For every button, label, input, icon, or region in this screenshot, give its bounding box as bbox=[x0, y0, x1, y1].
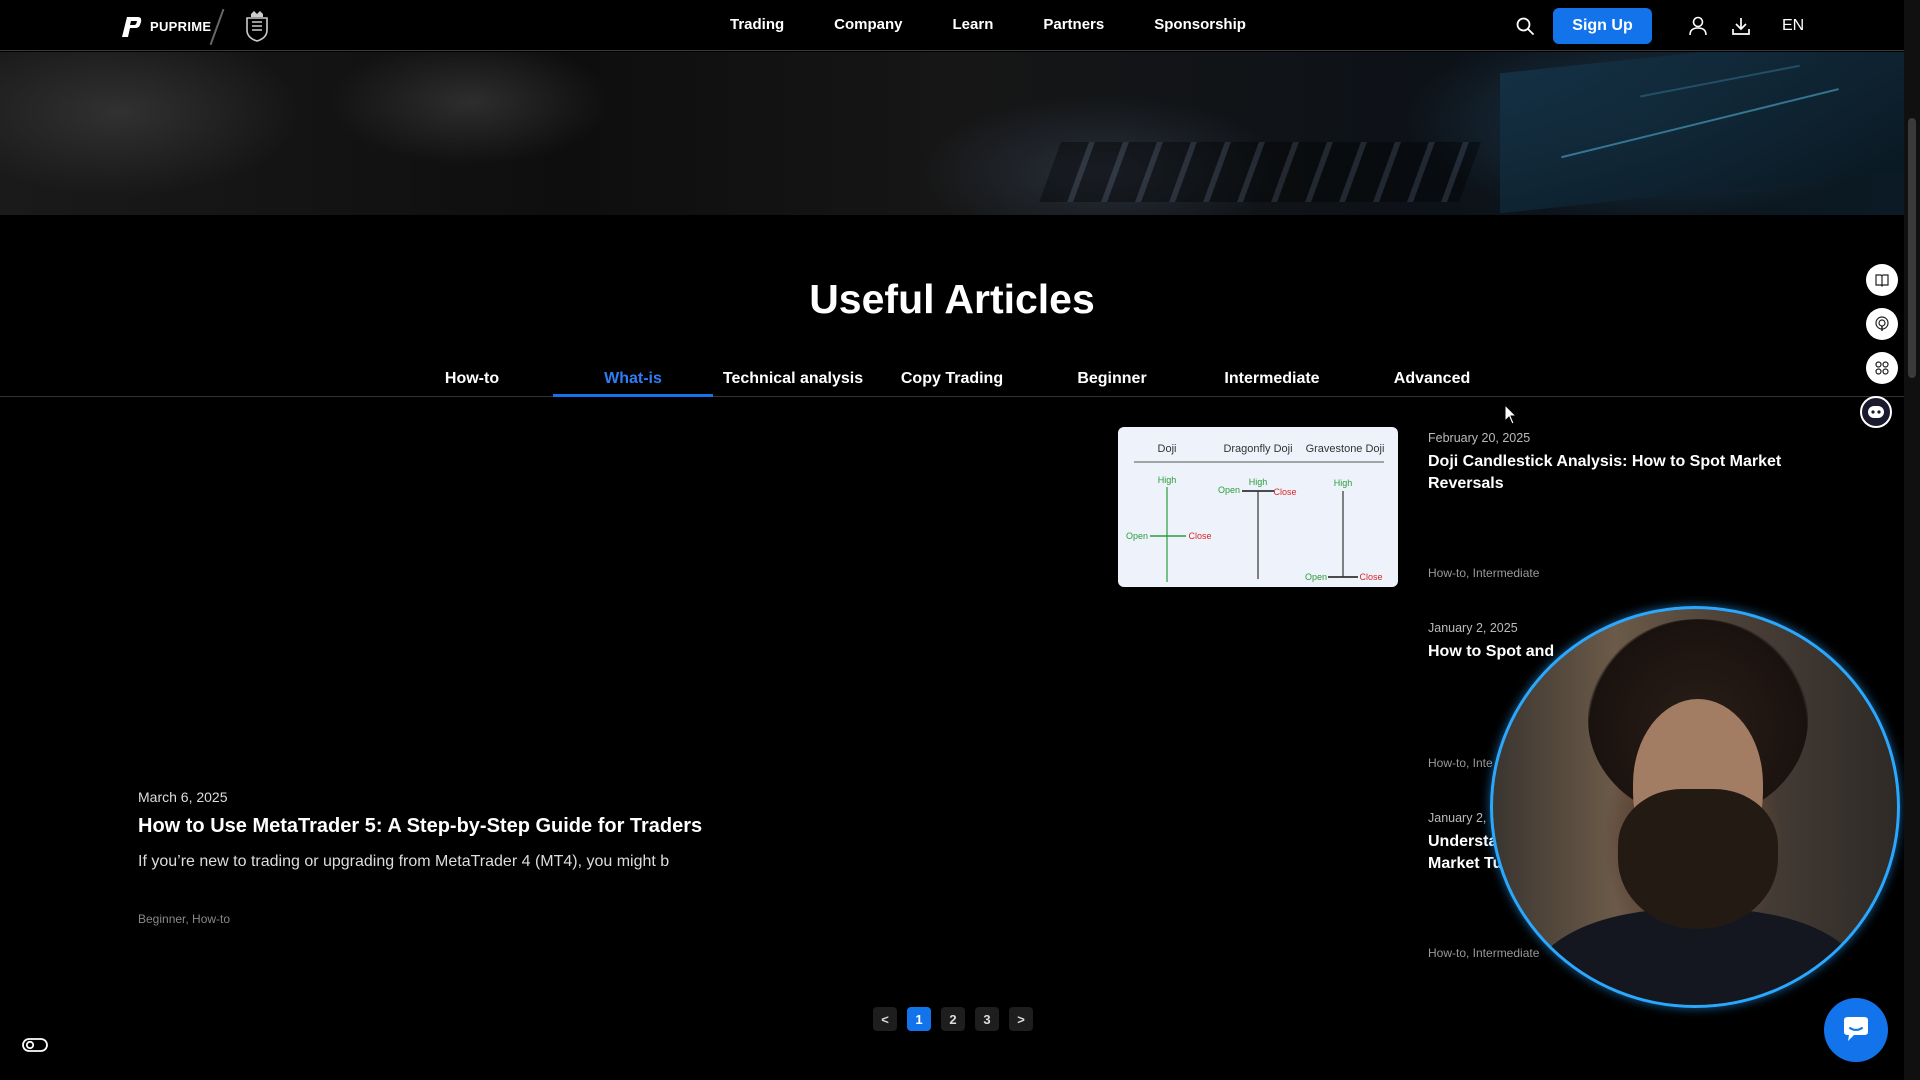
nav-partners[interactable]: Partners bbox=[1043, 16, 1104, 33]
sign-up-button[interactable]: Sign Up bbox=[1553, 8, 1652, 44]
chat-bubble-icon bbox=[1844, 1017, 1868, 1041]
featured-article-tags[interactable]: Beginner, How-to bbox=[138, 912, 230, 926]
live-chat-button[interactable] bbox=[1824, 998, 1888, 1062]
article-category-tabs: How-to What-is Technical analysis Copy T… bbox=[0, 360, 1904, 397]
user-icon[interactable] bbox=[1687, 15, 1709, 37]
pagination: < 1 2 3 > bbox=[873, 1007, 1033, 1031]
nav-sponsorship[interactable]: Sponsorship bbox=[1154, 16, 1246, 33]
doji-label: Doji bbox=[1158, 443, 1177, 455]
article-card-doji[interactable]: February 20, 2025 Doji Candlestick Analy… bbox=[1428, 431, 1808, 495]
pagination-prev-button[interactable]: < bbox=[873, 1007, 897, 1031]
article-tags[interactable]: How-to, Inte bbox=[1428, 756, 1493, 770]
logo-divider bbox=[209, 8, 225, 46]
pagination-page-3[interactable]: 3 bbox=[975, 1007, 999, 1031]
tab-intermediate[interactable]: Intermediate bbox=[1192, 370, 1352, 388]
gravestone-doji-label: Gravestone Doji bbox=[1306, 443, 1385, 455]
nav-trading[interactable]: Trading bbox=[730, 16, 784, 33]
side-podcast-button[interactable] bbox=[1866, 308, 1898, 340]
doji-open-label: Open bbox=[1126, 531, 1148, 541]
side-assistant-button[interactable] bbox=[1860, 396, 1892, 428]
article-tags[interactable]: How-to, Intermediate bbox=[1428, 566, 1539, 580]
tab-technical-analysis[interactable]: Technical analysis bbox=[713, 370, 873, 388]
page-scrollbar[interactable] bbox=[1904, 0, 1920, 1080]
tab-how-to[interactable]: How-to bbox=[392, 370, 552, 388]
article-date: February 20, 2025 bbox=[1428, 431, 1531, 445]
brand-name: PUPRIME bbox=[150, 18, 212, 34]
accessibility-toggle-icon[interactable] bbox=[22, 1036, 48, 1054]
featured-article-excerpt: If you’re new to trading or upgrading fr… bbox=[138, 853, 670, 870]
tab-copy-trading[interactable]: Copy Trading bbox=[872, 370, 1032, 388]
hero-banner-image bbox=[0, 52, 1904, 215]
top-navbar: PUPRIME Trading Company Learn Partners S… bbox=[0, 0, 1904, 51]
doji-candlestick-illustration: Doji Dragonfly Doji Gravestone Doji High… bbox=[1126, 443, 1385, 582]
podcast-icon bbox=[1875, 316, 1889, 331]
dragonfly-close-label: Close bbox=[1273, 487, 1296, 497]
download-icon[interactable] bbox=[1730, 15, 1752, 37]
section-title: Useful Articles bbox=[809, 276, 1095, 322]
doji-article-thumbnail[interactable]: Doji Dragonfly Doji Gravestone Doji High… bbox=[1118, 427, 1398, 587]
gravestone-open-label: Open bbox=[1305, 572, 1327, 582]
brand-logo[interactable]: PUPRIME bbox=[118, 13, 211, 39]
featured-article-date: March 6, 2025 bbox=[138, 789, 228, 805]
dragonfly-doji-label: Dragonfly Doji bbox=[1223, 443, 1292, 455]
nav-learn[interactable]: Learn bbox=[953, 16, 994, 33]
featured-article-title[interactable]: How to Use MetaTrader 5: A Step-by-Step … bbox=[138, 815, 702, 838]
webcam-overlay bbox=[1490, 606, 1900, 1008]
search-icon[interactable] bbox=[1515, 16, 1535, 36]
active-tab-indicator bbox=[553, 394, 713, 397]
nav-company[interactable]: Company bbox=[834, 16, 902, 33]
hero-laptop-screen bbox=[1500, 52, 1904, 214]
tab-what-is[interactable]: What-is bbox=[553, 370, 713, 388]
language-selector[interactable]: EN bbox=[1782, 17, 1804, 35]
bot-face-icon bbox=[1868, 406, 1884, 418]
gravestone-high-label: High bbox=[1334, 478, 1353, 488]
side-apps-button[interactable] bbox=[1866, 352, 1898, 384]
pagination-page-1[interactable]: 1 bbox=[907, 1007, 931, 1031]
main-nav: Trading Company Learn Partners Sponsorsh… bbox=[730, 16, 1246, 33]
pagination-page-2[interactable]: 2 bbox=[941, 1007, 965, 1031]
afa-crest-icon[interactable] bbox=[244, 10, 270, 42]
scrollbar-thumb[interactable] bbox=[1908, 118, 1916, 378]
gravestone-close-label: Close bbox=[1359, 572, 1382, 582]
hero-keyboard bbox=[1039, 142, 1481, 202]
doji-close-label: Close bbox=[1188, 531, 1211, 541]
puprime-logo-icon bbox=[122, 17, 142, 37]
tab-beginner[interactable]: Beginner bbox=[1032, 370, 1192, 388]
pagination-next-button[interactable]: > bbox=[1009, 1007, 1033, 1031]
doji-high-label: High bbox=[1158, 475, 1177, 485]
dragonfly-open-label: Open bbox=[1218, 485, 1240, 495]
dragonfly-high-label: High bbox=[1249, 477, 1268, 487]
tab-advanced[interactable]: Advanced bbox=[1352, 370, 1512, 388]
side-book-button[interactable] bbox=[1866, 264, 1898, 296]
grid-icon bbox=[1875, 361, 1889, 375]
mouse-cursor-icon bbox=[1504, 404, 1518, 425]
book-icon bbox=[1875, 274, 1889, 287]
article-tags[interactable]: How-to, Intermediate bbox=[1428, 946, 1539, 960]
article-title[interactable]: Doji Candlestick Analysis: How to Spot M… bbox=[1428, 451, 1808, 495]
